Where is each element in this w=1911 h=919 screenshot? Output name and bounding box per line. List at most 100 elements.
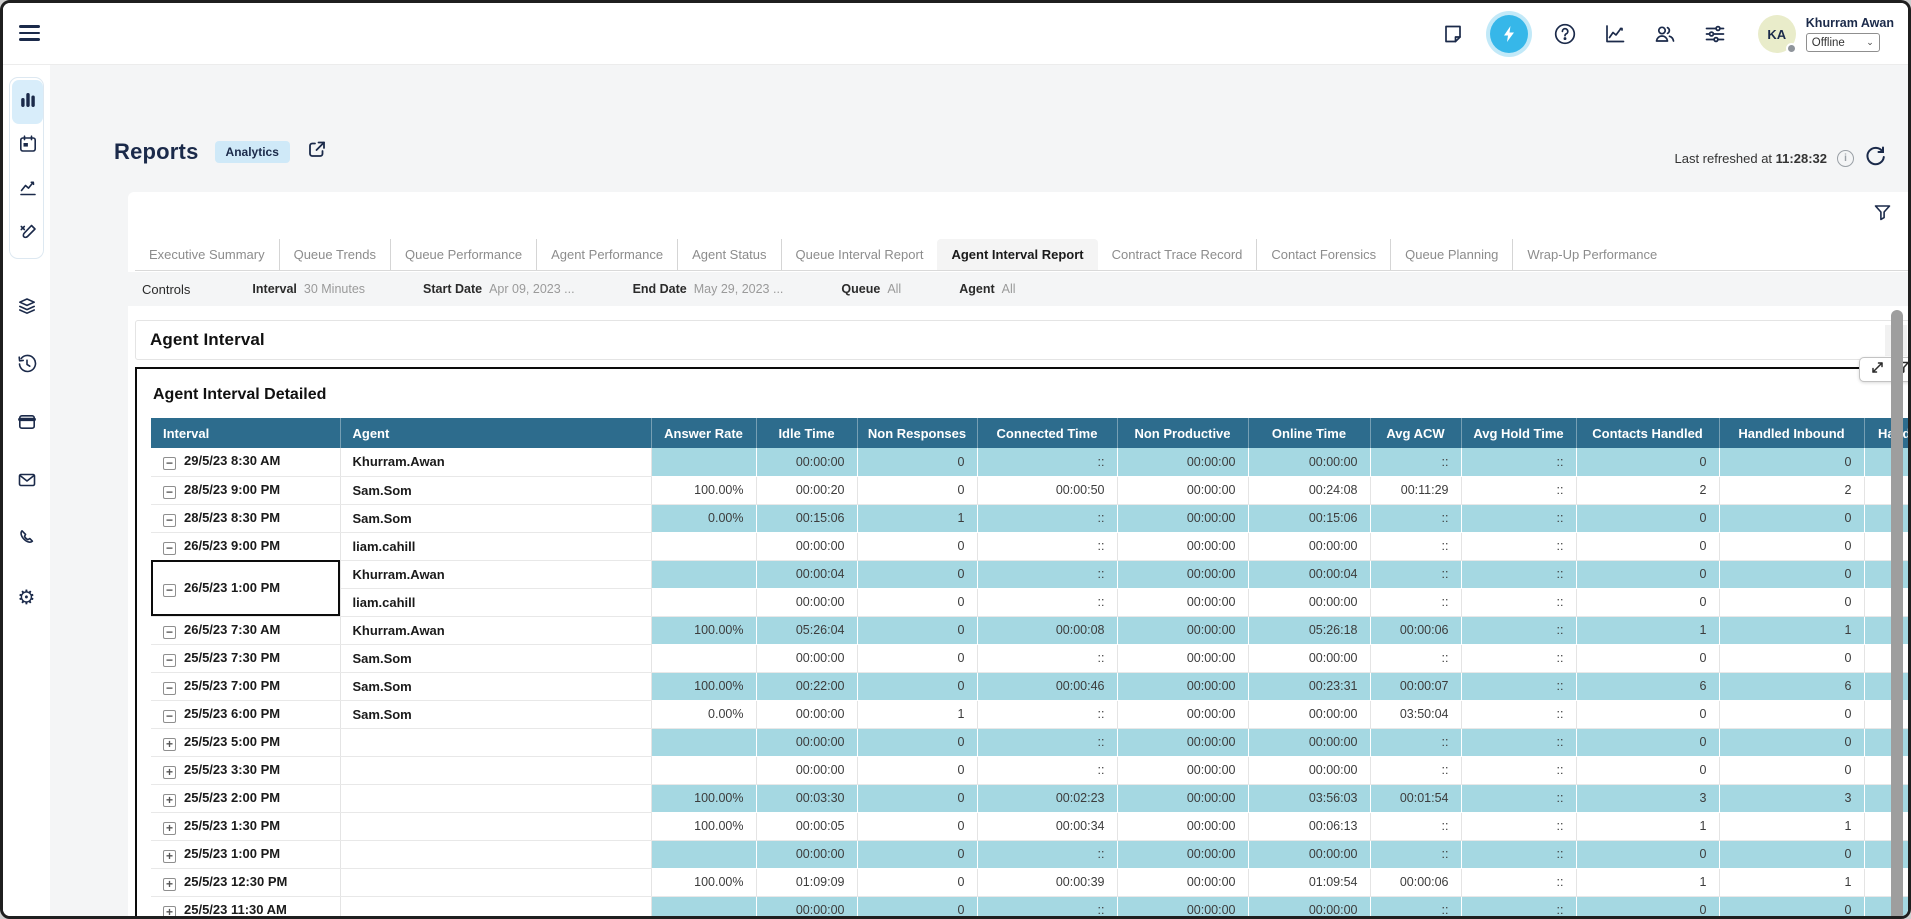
- cell-avg_acw[interactable]: ::: [1370, 504, 1461, 532]
- cell-idle_time[interactable]: 00:00:00: [756, 896, 857, 919]
- cell-agent[interactable]: Sam.Som: [340, 700, 651, 728]
- cell-answer_rate[interactable]: 100.00%: [651, 672, 756, 700]
- cell-interval[interactable]: −25/5/23 6:00 PM: [151, 700, 340, 728]
- cell-non_responses[interactable]: 0: [857, 448, 977, 476]
- cell-non_productive[interactable]: 00:00:00: [1117, 812, 1248, 840]
- cell-avg_acw[interactable]: 00:01:54: [1370, 784, 1461, 812]
- cell-online_time[interactable]: 00:00:00: [1248, 896, 1370, 919]
- tab-contact-forensics[interactable]: Contact Forensics: [1256, 239, 1390, 270]
- cell-handled_inbound[interactable]: 1: [1719, 616, 1864, 644]
- cell-non_responses[interactable]: 0: [857, 644, 977, 672]
- cell-non_responses[interactable]: 0: [857, 868, 977, 896]
- cell-contacts_handled[interactable]: 0: [1576, 504, 1719, 532]
- cell-avg_acw[interactable]: ::: [1370, 840, 1461, 868]
- sliders-icon[interactable]: [1702, 21, 1728, 47]
- collapse-toggle-icon[interactable]: −: [163, 682, 176, 695]
- sidebar-item-settings[interactable]: ⚙: [11, 583, 42, 613]
- cell-avg_acw[interactable]: 00:00:06: [1370, 616, 1461, 644]
- collapse-toggle-icon[interactable]: −: [163, 584, 176, 597]
- cell-non_responses[interactable]: 0: [857, 840, 977, 868]
- cell-agent[interactable]: Khurram.Awan: [340, 448, 651, 476]
- cell-handled_inbound[interactable]: 0: [1719, 700, 1864, 728]
- cell-avg_hold_time[interactable]: ::: [1461, 476, 1576, 504]
- cell-non_productive[interactable]: 00:00:00: [1117, 616, 1248, 644]
- cell-agent[interactable]: [340, 896, 651, 919]
- cell-online_time[interactable]: 00:00:00: [1248, 728, 1370, 756]
- cell-answer_rate[interactable]: [651, 448, 756, 476]
- tab-agent-status[interactable]: Agent Status: [677, 239, 780, 270]
- cell-connected_time[interactable]: ::: [977, 840, 1117, 868]
- cell-handled_outbound[interactable]: [1864, 616, 1911, 644]
- cell-connected_time[interactable]: ::: [977, 448, 1117, 476]
- expand-toggle-icon[interactable]: +: [163, 878, 176, 891]
- cell-connected_time[interactable]: ::: [977, 560, 1117, 588]
- cell-idle_time[interactable]: 00:00:00: [756, 588, 857, 616]
- cell-interval[interactable]: −29/5/23 8:30 AM: [151, 448, 340, 476]
- cell-avg_acw[interactable]: ::: [1370, 644, 1461, 672]
- cell-non_responses[interactable]: 0: [857, 476, 977, 504]
- cell-avg_hold_time[interactable]: ::: [1461, 756, 1576, 784]
- cell-handled_inbound[interactable]: 0: [1719, 532, 1864, 560]
- cell-contacts_handled[interactable]: 3: [1576, 784, 1719, 812]
- cell-non_responses[interactable]: 1: [857, 700, 977, 728]
- cell-contacts_handled[interactable]: 0: [1576, 644, 1719, 672]
- cell-agent[interactable]: Khurram.Awan: [340, 560, 651, 588]
- cell-connected_time[interactable]: ::: [977, 728, 1117, 756]
- cell-avg_acw[interactable]: 00:00:07: [1370, 672, 1461, 700]
- cell-avg_acw[interactable]: ::: [1370, 896, 1461, 919]
- cell-avg_hold_time[interactable]: ::: [1461, 560, 1576, 588]
- cell-non_responses[interactable]: 0: [857, 756, 977, 784]
- cell-answer_rate[interactable]: 100.00%: [651, 616, 756, 644]
- sidebar-item-layers[interactable]: [11, 293, 42, 323]
- cell-handled_inbound[interactable]: 0: [1719, 504, 1864, 532]
- cell-idle_time[interactable]: 00:00:00: [756, 840, 857, 868]
- cell-contacts_handled[interactable]: 0: [1576, 532, 1719, 560]
- cell-avg_hold_time[interactable]: ::: [1461, 504, 1576, 532]
- cell-interval[interactable]: −25/5/23 7:00 PM: [151, 672, 340, 700]
- cell-non_responses[interactable]: 0: [857, 812, 977, 840]
- cell-avg_acw[interactable]: 00:11:29: [1370, 476, 1461, 504]
- cell-handled_outbound[interactable]: [1864, 588, 1911, 616]
- column-header-agent[interactable]: Agent: [340, 418, 651, 448]
- column-header-handled_inbound[interactable]: Handled Inbound: [1719, 418, 1864, 448]
- contacts-icon[interactable]: [1652, 21, 1678, 47]
- cell-avg_hold_time[interactable]: ::: [1461, 728, 1576, 756]
- cell-connected_time[interactable]: 00:00:08: [977, 616, 1117, 644]
- cell-agent[interactable]: Sam.Som: [340, 504, 651, 532]
- cell-answer_rate[interactable]: [651, 896, 756, 919]
- cell-connected_time[interactable]: 00:00:34: [977, 812, 1117, 840]
- cell-non_productive[interactable]: 00:00:00: [1117, 784, 1248, 812]
- page-scrollbar-thumb[interactable]: [1891, 310, 1903, 919]
- cell-contacts_handled[interactable]: 0: [1576, 448, 1719, 476]
- cell-interval[interactable]: −26/5/23 1:00 PM: [151, 560, 340, 616]
- help-icon[interactable]: [1552, 21, 1578, 47]
- cell-agent[interactable]: [340, 812, 651, 840]
- cell-non_responses[interactable]: 0: [857, 672, 977, 700]
- cell-online_time[interactable]: 00:00:00: [1248, 448, 1370, 476]
- collapse-toggle-icon[interactable]: −: [163, 626, 176, 639]
- cell-idle_time[interactable]: 00:00:00: [756, 532, 857, 560]
- cell-avg_hold_time[interactable]: ::: [1461, 896, 1576, 919]
- column-header-non_responses[interactable]: Non Responses: [857, 418, 977, 448]
- cell-non_productive[interactable]: 00:00:00: [1117, 840, 1248, 868]
- cell-answer_rate[interactable]: [651, 756, 756, 784]
- cell-interval[interactable]: −25/5/23 7:30 PM: [151, 644, 340, 672]
- collapse-toggle-icon[interactable]: −: [163, 710, 176, 723]
- sidebar-item-history[interactable]: [11, 351, 42, 381]
- tab-contract-trace-record[interactable]: Contract Trace Record: [1098, 239, 1257, 270]
- cell-non_productive[interactable]: 00:00:00: [1117, 588, 1248, 616]
- cell-handled_inbound[interactable]: 0: [1719, 896, 1864, 919]
- cell-answer_rate[interactable]: 0.00%: [651, 700, 756, 728]
- cell-non_productive[interactable]: 00:00:00: [1117, 896, 1248, 919]
- cell-avg_hold_time[interactable]: ::: [1461, 812, 1576, 840]
- tab-queue-interval-report[interactable]: Queue Interval Report: [781, 239, 938, 270]
- cell-contacts_handled[interactable]: 0: [1576, 728, 1719, 756]
- cell-contacts_handled[interactable]: 1: [1576, 868, 1719, 896]
- cell-agent[interactable]: [340, 728, 651, 756]
- cell-non_productive[interactable]: 00:00:00: [1117, 700, 1248, 728]
- cell-connected_time[interactable]: ::: [977, 644, 1117, 672]
- cell-avg_acw[interactable]: ::: [1370, 588, 1461, 616]
- notes-icon[interactable]: [1440, 21, 1466, 47]
- collapse-toggle-icon[interactable]: −: [163, 457, 176, 470]
- tab-queue-trends[interactable]: Queue Trends: [279, 239, 390, 270]
